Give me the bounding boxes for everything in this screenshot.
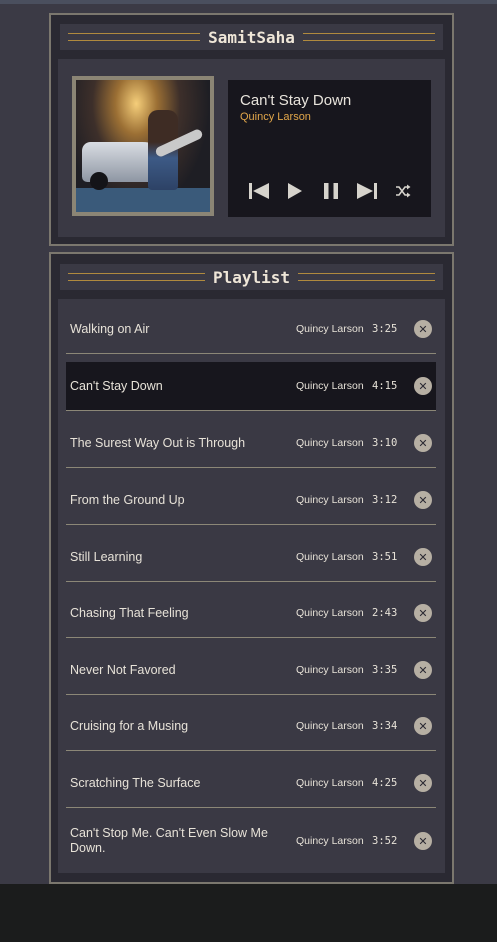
track-artist: Quincy Larson	[296, 835, 364, 847]
header-rule-right	[298, 273, 435, 281]
playlist-track-row[interactable]: From the Ground Up Quincy Larson 3:12 ✕	[66, 476, 436, 525]
app-title: SamitSaha	[208, 27, 295, 47]
remove-track-button[interactable]: ✕	[414, 434, 432, 452]
track-duration: 3:35	[372, 664, 398, 676]
track-duration: 2:43	[372, 607, 398, 619]
remove-track-button[interactable]: ✕	[414, 832, 432, 850]
track-duration: 3:12	[372, 494, 398, 506]
track-artist: Quincy Larson	[296, 664, 364, 676]
remove-track-button[interactable]: ✕	[414, 661, 432, 679]
remove-track-button[interactable]: ✕	[414, 491, 432, 509]
playlist-track-row[interactable]: Chasing That Feeling Quincy Larson 2:43 ✕	[66, 589, 436, 638]
close-icon: ✕	[418, 436, 428, 450]
track-duration: 3:51	[372, 551, 398, 563]
close-icon: ✕	[418, 606, 428, 620]
playback-controls	[246, 178, 416, 204]
skip-back-icon	[249, 183, 269, 199]
remove-track-button[interactable]: ✕	[414, 717, 432, 735]
close-icon: ✕	[418, 493, 428, 507]
playlist-header: Playlist	[60, 264, 443, 290]
track-title: Walking on Air	[70, 321, 150, 336]
track-title: Scratching The Surface	[70, 775, 201, 790]
track-artist: Quincy Larson	[296, 720, 364, 732]
skip-forward-icon	[357, 183, 377, 199]
remove-track-button[interactable]: ✕	[414, 604, 432, 622]
playlist-track-row[interactable]: Never Not Favored Quincy Larson 3:35 ✕	[66, 646, 436, 695]
album-art	[72, 76, 214, 216]
header-rule-left	[68, 33, 201, 41]
playlist-panel: Playlist Walking on Air Quincy Larson 3:25…	[49, 252, 454, 884]
track-artist: Quincy Larson	[296, 777, 364, 789]
track-title: Cruising for a Musing	[70, 718, 189, 733]
close-icon: ✕	[418, 322, 428, 336]
playlist-track-row[interactable]: The Surest Way Out is Through Quincy Lars…	[66, 419, 436, 468]
track-duration: 4:15	[372, 380, 398, 392]
previous-button[interactable]	[246, 178, 272, 204]
close-icon: ✕	[418, 379, 428, 393]
pause-icon	[324, 183, 338, 199]
player-panel: SamitSaha Can't Stay Down Quincy Larson	[49, 13, 454, 246]
next-button[interactable]	[354, 178, 380, 204]
top-bar	[0, 0, 497, 4]
track-artist: Quincy Larson	[296, 437, 364, 449]
remove-track-button[interactable]: ✕	[414, 320, 432, 338]
playlist-track-row[interactable]: Can't Stay Down Quincy Larson 4:15 ✕	[66, 362, 436, 411]
playlist-track-row[interactable]: Can't Stop Me. Can't Even Slow Me Down. Q…	[66, 815, 436, 867]
track-title: The Surest Way Out is Through	[70, 435, 246, 450]
track-artist: Quincy Larson	[296, 494, 364, 506]
playlist-track-row[interactable]: Still Learning Quincy Larson 3:51 ✕	[66, 533, 436, 582]
track-title: From the Ground Up	[70, 492, 185, 507]
track-artist: Quincy Larson	[296, 607, 364, 619]
playlist-title: Playlist	[212, 267, 291, 287]
close-icon: ✕	[418, 834, 428, 848]
track-duration: 3:34	[372, 720, 398, 732]
track-title: Can't Stay Down	[70, 378, 163, 393]
play-icon	[288, 183, 302, 199]
close-icon: ✕	[418, 663, 428, 677]
playlist-track-row[interactable]: Scratching The Surface Quincy Larson 4:25 ✕	[66, 759, 436, 808]
playlist-track-row[interactable]: Walking on Air Quincy Larson 3:25 ✕	[66, 305, 436, 354]
now-playing-artist: Quincy Larson	[240, 111, 311, 123]
remove-track-button[interactable]: ✕	[414, 377, 432, 395]
playlist-track-row[interactable]: Cruising for a Musing Quincy Larson 3:34 ✕	[66, 702, 436, 751]
now-playing-card: Can't Stay Down Quincy Larson	[228, 80, 431, 217]
track-artist: Quincy Larson	[296, 380, 364, 392]
playlist-body: Walking on Air Quincy Larson 3:25 ✕ Can't St…	[58, 299, 445, 873]
now-playing-title: Can't Stay Down	[240, 92, 352, 109]
play-button[interactable]	[282, 178, 308, 204]
remove-track-button[interactable]: ✕	[414, 548, 432, 566]
track-title: Never Not Favored	[70, 662, 176, 677]
shuffle-button[interactable]	[390, 178, 416, 204]
track-duration: 3:52	[372, 835, 398, 847]
track-duration: 3:25	[372, 323, 398, 335]
header-rule-left	[68, 273, 205, 281]
page-footer	[0, 884, 497, 942]
track-artist: Quincy Larson	[296, 551, 364, 563]
track-duration: 3:10	[372, 437, 398, 449]
track-title: Still Learning	[70, 549, 143, 564]
header-rule-right	[302, 33, 436, 41]
player-header: SamitSaha	[60, 24, 443, 50]
close-icon: ✕	[418, 776, 428, 790]
track-artist: Quincy Larson	[296, 323, 364, 335]
player-body: Can't Stay Down Quincy Larson	[58, 59, 445, 237]
track-duration: 4:25	[372, 777, 398, 789]
track-title: Chasing That Feeling	[70, 605, 189, 620]
shuffle-icon	[396, 184, 411, 198]
pause-button[interactable]	[318, 178, 344, 204]
close-icon: ✕	[418, 719, 428, 733]
close-icon: ✕	[418, 550, 428, 564]
remove-track-button[interactable]: ✕	[414, 774, 432, 792]
track-title: Can't Stop Me. Can't Even Slow Me Down.	[70, 826, 268, 855]
